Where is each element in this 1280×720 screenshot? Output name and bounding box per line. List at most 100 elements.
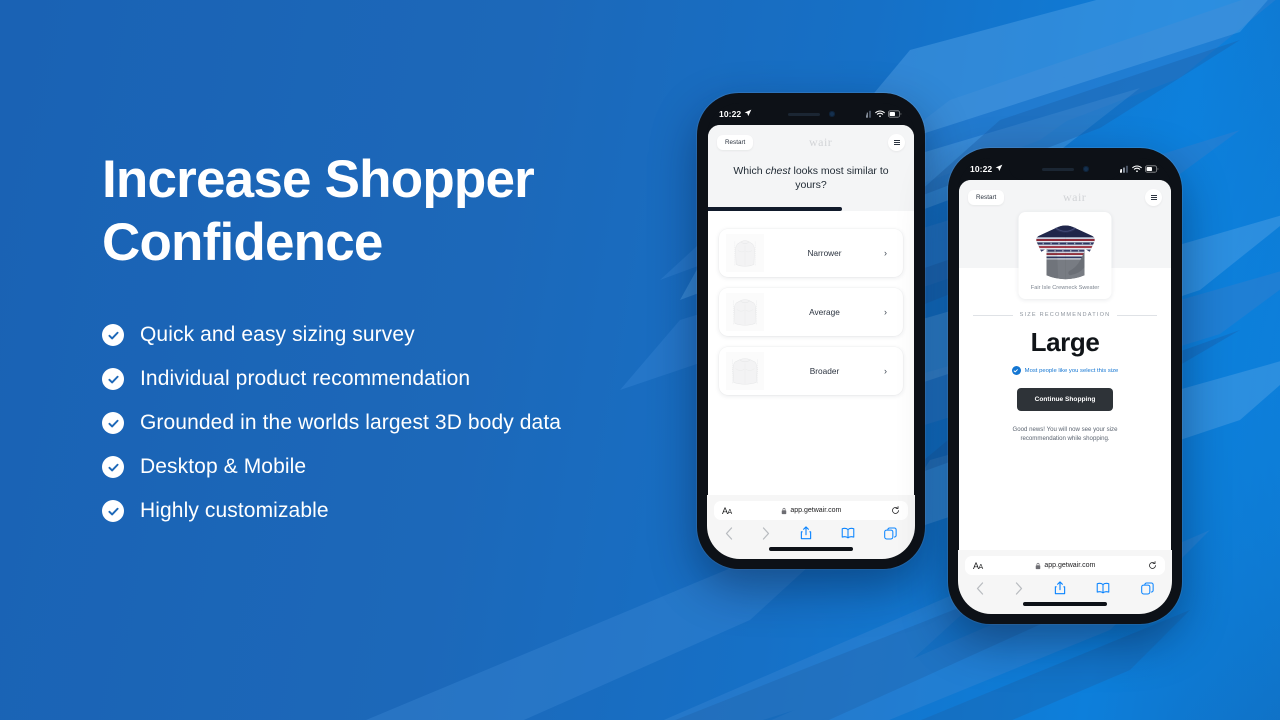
question-prefix: Which	[733, 165, 766, 177]
product-card[interactable]: Fair Isle Crewneck Sweater	[1018, 212, 1112, 299]
url-text: app.getwair.com	[1044, 562, 1096, 570]
safari-chrome: AAAA app.getwair.com	[707, 495, 915, 559]
safari-toolbar	[714, 520, 908, 542]
torso-average-icon	[725, 292, 765, 332]
feature-list: Quick and easy sizing survey Individual …	[102, 322, 722, 524]
book-icon[interactable]	[841, 527, 855, 539]
feature-label: Quick and easy sizing survey	[140, 323, 415, 346]
question-suffix: looks most similar to yours?	[790, 165, 889, 191]
check-circle-icon	[102, 368, 124, 390]
hamburger-menu-icon[interactable]	[1145, 189, 1162, 206]
phone-mockup-result: 10:22 Restart wair Fair Isle Crewneck Sw…	[948, 148, 1182, 624]
restart-button[interactable]: Restart	[968, 190, 1005, 205]
safari-webview: Restart wair Fair Isle Crewneck Sweater …	[959, 180, 1171, 551]
status-time: 10:22	[970, 164, 993, 174]
reload-icon[interactable]	[1148, 557, 1157, 575]
recommendation-note: Most people like you select this size	[1011, 366, 1119, 375]
feature-label: Desktop & Mobile	[140, 455, 307, 478]
address-bar[interactable]: AAAA app.getwair.com	[714, 501, 908, 521]
list-item: Quick and easy sizing survey	[102, 322, 722, 348]
chevron-right-icon: ›	[884, 306, 887, 317]
phone-mockup-survey: 10:22 Restart wair Which chest looks mos…	[697, 93, 925, 569]
recommendation-footer: Good news! You will now see your size re…	[1012, 426, 1118, 442]
speaker-grille-icon	[787, 112, 820, 116]
chevron-right-icon: ›	[884, 247, 887, 258]
list-item: Desktop & Mobile	[102, 454, 722, 480]
check-circle-icon	[102, 456, 124, 478]
feature-label: Grounded in the worlds largest 3D body d…	[140, 411, 562, 434]
home-indicator	[769, 547, 853, 551]
survey-question: Which chest looks most similar to yours?	[717, 151, 905, 207]
product-zone: Fair Isle Crewneck Sweater	[959, 212, 1171, 299]
wair-app-header: Restart wair Which chest looks most simi…	[708, 125, 914, 207]
battery-icon	[1145, 165, 1159, 173]
survey-option-average[interactable]: Average ›	[719, 288, 903, 336]
safari-toolbar	[965, 575, 1165, 597]
phone-screen: 10:22 Restart wa	[958, 158, 1172, 614]
feature-label: Individual product recommendation	[140, 367, 471, 390]
option-label: Average	[809, 307, 840, 317]
tabs-icon[interactable]	[884, 527, 897, 540]
option-label: Broader	[809, 366, 840, 376]
product-name: Fair Isle Crewneck Sweater	[1030, 285, 1100, 291]
home-indicator	[1023, 602, 1107, 606]
wair-logo: wair	[1062, 190, 1087, 204]
check-circle-icon	[102, 324, 124, 346]
survey-option-narrower[interactable]: Narrower ›	[719, 229, 903, 277]
list-item: Individual product recommendation	[102, 366, 722, 392]
lock-icon	[1035, 557, 1041, 575]
divider-line-right	[1117, 314, 1158, 316]
chevron-right-icon[interactable]	[762, 527, 770, 540]
size-result-body: Fair Isle Crewneck Sweater SIZE RECOMMEN…	[959, 212, 1171, 551]
divider-line-left	[973, 314, 1013, 316]
phone-notch	[1009, 158, 1121, 180]
safari-chrome: AA app.getwair.com	[958, 550, 1172, 614]
question-emphasis: chest	[765, 165, 791, 177]
text-size-button[interactable]: AA	[973, 561, 983, 571]
option-label: Narrower	[807, 248, 842, 258]
survey-options-list: Narrower › Average › Broader ›	[708, 211, 914, 496]
chevron-right-icon: ›	[884, 365, 887, 376]
torso-narrow-icon	[725, 233, 765, 273]
recommendation-note-text: Most people like you select this size	[1024, 367, 1119, 374]
chevron-left-icon[interactable]	[725, 527, 733, 540]
wair-app-header: Restart wair	[959, 180, 1171, 212]
lock-icon	[781, 502, 787, 520]
verified-check-icon	[1011, 366, 1021, 375]
phone-screen: 10:22 Restart wa	[707, 103, 915, 559]
location-arrow-icon	[995, 164, 1003, 174]
chevron-right-icon[interactable]	[1015, 582, 1023, 595]
page-title: Increase Shopper Confidence	[102, 150, 535, 272]
share-icon[interactable]	[1054, 581, 1066, 595]
list-item: Highly customizable	[102, 498, 722, 524]
wifi-icon	[1132, 165, 1142, 173]
tabs-icon[interactable]	[1141, 582, 1154, 595]
continue-shopping-button[interactable]: Continue Shopping	[1016, 388, 1114, 411]
recommended-size: Large	[1030, 327, 1100, 357]
text-size-button[interactable]: AAAA	[722, 506, 732, 516]
torso-broad-icon	[725, 351, 765, 391]
restart-button[interactable]: Restart	[717, 135, 754, 150]
safari-webview: Restart wair Which chest looks most simi…	[708, 125, 914, 496]
front-camera-icon	[828, 111, 835, 117]
check-circle-icon	[102, 500, 124, 522]
speaker-grille-icon	[1041, 167, 1074, 171]
hamburger-menu-icon[interactable]	[888, 134, 905, 151]
list-item: Grounded in the worlds largest 3D body d…	[102, 410, 722, 436]
url-text: app.getwair.com	[790, 507, 842, 515]
section-label: SIZE RECOMMENDATION	[1019, 312, 1111, 318]
survey-option-broader[interactable]: Broader ›	[719, 347, 903, 395]
fair-isle-sweater-image	[1029, 219, 1101, 281]
feature-label: Highly customizable	[140, 499, 329, 522]
address-bar[interactable]: AA app.getwair.com	[965, 556, 1165, 576]
status-time: 10:22	[719, 109, 742, 119]
reload-icon[interactable]	[891, 502, 900, 520]
check-circle-icon	[102, 412, 124, 434]
wair-logo: wair	[808, 135, 833, 149]
wifi-icon	[875, 110, 885, 118]
phone-notch	[755, 103, 867, 125]
share-icon[interactable]	[800, 526, 812, 540]
battery-icon	[888, 110, 902, 118]
book-icon[interactable]	[1096, 582, 1110, 594]
chevron-left-icon[interactable]	[976, 582, 984, 595]
